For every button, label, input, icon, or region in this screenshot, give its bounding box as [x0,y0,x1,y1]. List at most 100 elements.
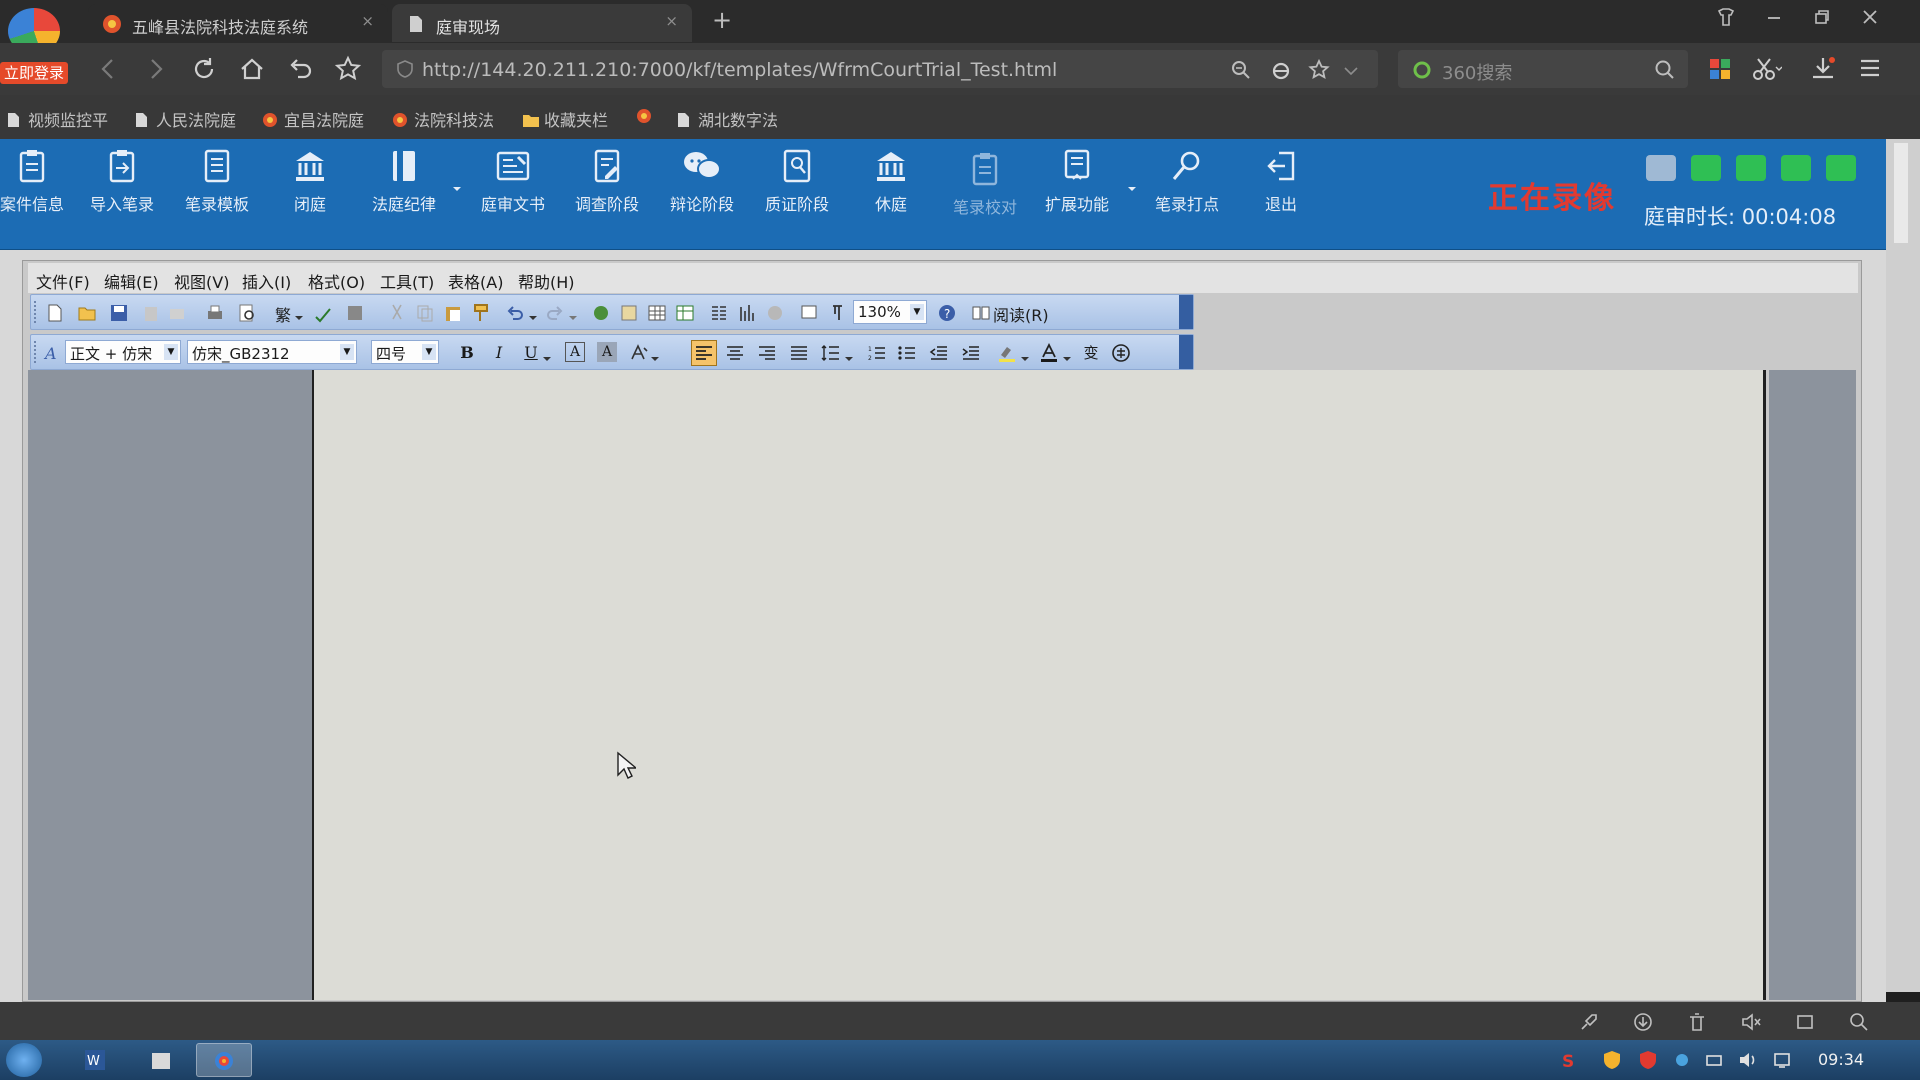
toolbar-options[interactable] [1179,335,1193,369]
toolbar-grip[interactable] [34,301,38,323]
window-icon[interactable] [1794,1011,1816,1033]
sogou-ime-icon[interactable]: S [1560,1050,1580,1072]
forward-icon[interactable] [142,55,170,83]
new-tab-button[interactable]: + [712,6,732,34]
format-painter-icon[interactable] [471,303,491,323]
bookmark-item[interactable] [636,107,658,126]
reading-mode-button[interactable]: 阅读(R) [993,302,1049,326]
zoom-status-icon[interactable] [1848,1011,1870,1033]
bookmark-item[interactable]: 湖北数字法 [676,107,778,131]
sync-status-icon[interactable] [1826,155,1856,181]
extend-functions-button[interactable]: 扩展功能 [1029,149,1125,229]
toolbar-grip[interactable] [34,341,38,363]
chevron-down-icon[interactable] [1342,59,1360,85]
menu-format[interactable]: 格式(O) [308,269,365,293]
address-bar[interactable]: http://144.20.211.210:7000/kf/templates/… [382,50,1378,88]
menu-view[interactable]: 视图(V) [174,269,229,293]
spelling-icon[interactable] [313,303,333,323]
tab-court-system[interactable]: 五峰县法院科技法庭系统 × [88,4,388,42]
char-scale-icon[interactable] [629,343,649,363]
rocket-icon[interactable] [1578,1011,1600,1033]
system-clock[interactable]: 09:34 [1818,1050,1864,1069]
chevron-down-icon[interactable] [845,348,865,368]
taskbar-360-browser[interactable] [196,1043,252,1077]
dropdown-arrow-icon[interactable] [1127,179,1137,198]
italic-button[interactable]: I [487,342,511,364]
bookmark-item[interactable]: 视频监控平 [6,107,108,131]
trial-document-button[interactable]: 庭审文书 [465,149,561,229]
hyperlink-icon[interactable] [591,303,611,323]
print-preview-icon[interactable] [237,303,257,323]
font-color-icon[interactable] [1039,342,1059,363]
taskbar-word-app[interactable]: W [68,1043,124,1077]
highlight-icon[interactable] [997,343,1017,363]
align-left-icon[interactable] [691,340,717,366]
network-icon[interactable] [1704,1050,1724,1070]
video-status-icon[interactable] [1691,155,1721,181]
document-page[interactable] [312,370,1766,1000]
menu-table[interactable]: 表格(A) [448,269,503,293]
document-map-icon[interactable] [765,303,785,323]
bold-button[interactable]: B [455,342,479,364]
menu-edit[interactable]: 编辑(E) [104,269,159,293]
favorite-star-icon[interactable] [334,55,362,83]
chevron-down-icon[interactable]: ▼ [910,304,924,320]
ie-mode-icon[interactable] [1270,59,1292,85]
bullets-icon[interactable] [897,343,917,363]
back-icon[interactable] [94,55,122,83]
research-icon[interactable] [345,303,365,323]
security-shield-icon[interactable] [1602,1050,1622,1070]
chevron-down-icon[interactable]: ▼ [422,344,436,360]
menu-file[interactable]: 文件(F) [36,269,90,293]
print-icon[interactable] [205,303,225,323]
chevron-down-icon[interactable] [295,307,315,327]
traditional-chinese-button[interactable]: 繁 [275,302,291,326]
screen-status-icon[interactable] [1781,155,1811,181]
menu-tools[interactable]: 工具(T) [380,269,434,293]
skin-icon[interactable] [1708,6,1744,33]
show-formatting-icon[interactable] [799,303,819,323]
insert-table-icon[interactable] [647,303,667,323]
investigation-stage-button[interactable]: 调查阶段 [559,149,655,229]
download-status-icon[interactable] [1632,1011,1654,1033]
home-icon[interactable] [238,55,266,83]
tables-borders-icon[interactable] [619,303,639,323]
columns-icon[interactable] [709,303,729,323]
scissors-icon[interactable] [1752,57,1783,85]
dropdown-arrow-icon[interactable] [452,179,462,198]
restore-icon[interactable] [1804,6,1840,33]
cut-icon[interactable] [387,303,407,323]
line-spacing-icon[interactable] [821,343,841,363]
reload-icon[interactable] [190,55,218,83]
chevron-down-icon[interactable]: ▼ [340,344,354,360]
undo-icon[interactable] [505,303,525,323]
zoom-icon[interactable] [1230,59,1252,85]
court-discipline-button[interactable]: 法庭纪律 [356,149,452,229]
exit-button[interactable]: 退出 [1233,149,1329,229]
justify-icon[interactable] [789,343,809,363]
align-center-icon[interactable] [725,343,745,363]
copy-icon[interactable] [415,303,435,323]
debate-stage-button[interactable]: 辩论阶段 [654,149,750,229]
increase-indent-icon[interactable] [961,343,981,363]
tab-close-icon[interactable]: × [361,12,374,30]
insert-excel-icon[interactable] [675,303,695,323]
decrease-indent-icon[interactable] [929,343,949,363]
scrollbar-thumb[interactable] [1894,143,1908,243]
chevron-down-icon[interactable] [569,307,589,327]
phonetic-guide-button[interactable]: 变 [1079,342,1103,364]
save-icon[interactable] [109,303,129,323]
antivirus-icon[interactable] [1638,1050,1658,1070]
font-select[interactable]: 仿宋_GB2312 ▼ [187,340,357,364]
enclose-char-icon[interactable] [1111,343,1131,363]
apps-grid-icon[interactable] [1708,57,1732,85]
volume-icon[interactable] [1738,1050,1758,1070]
bookmark-item[interactable]: 法院科技法 [392,107,494,131]
close-icon[interactable] [1852,6,1888,33]
action-center-icon[interactable] [1772,1050,1792,1070]
open-folder-icon[interactable] [77,303,97,323]
char-border-button[interactable]: A [565,342,585,362]
close-court-button[interactable]: 闭庭 [262,149,358,229]
start-button-icon[interactable] [6,1043,42,1077]
device-status-icon[interactable] [1736,155,1766,181]
